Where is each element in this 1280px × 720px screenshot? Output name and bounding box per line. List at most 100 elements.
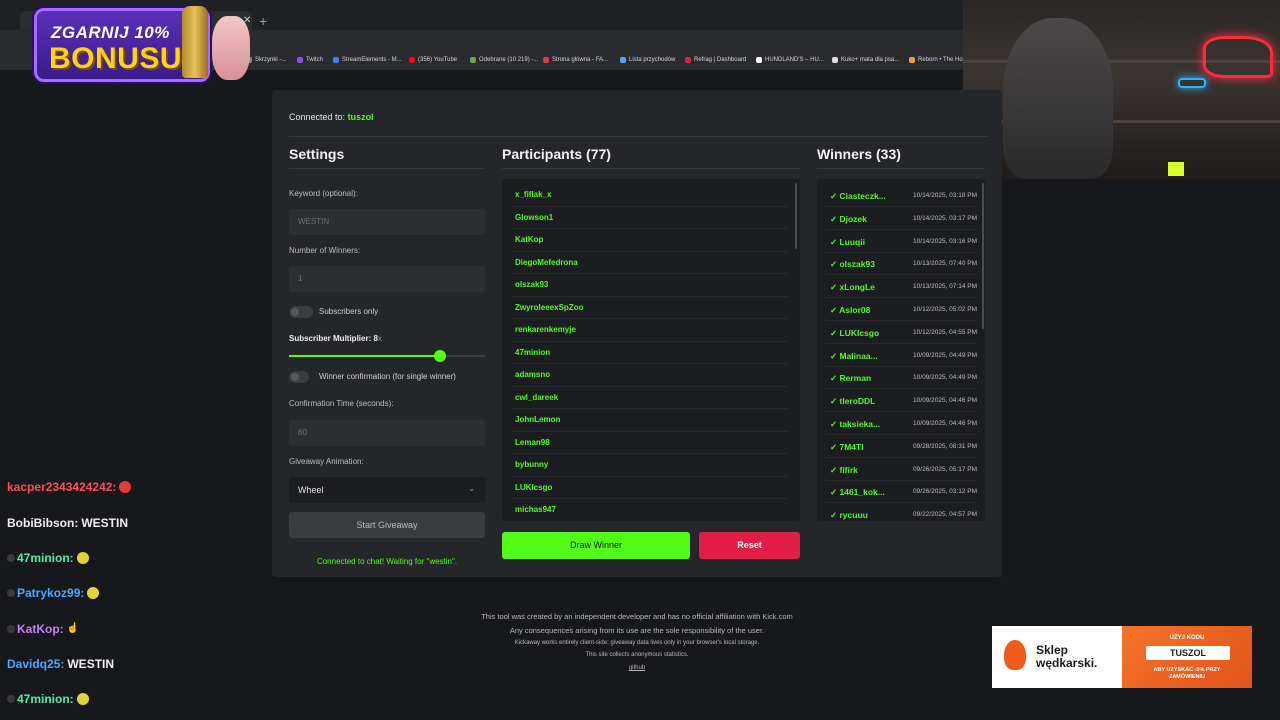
bookmark-item[interactable]: Refrag | Dashboard xyxy=(685,57,746,63)
bookmark-item[interactable]: Skrzynki -... xyxy=(246,57,286,63)
participant-row: olszak93 xyxy=(512,274,788,297)
winner-row: ✓ olszak93 10/13/2025, 07:40 PM xyxy=(825,252,977,276)
bookmark-item[interactable]: Strona główna - FA... xyxy=(543,57,608,63)
ad-subtext: ABY UZYSKAĆ -5% PRZY ZAMÓWIENIU xyxy=(1153,667,1221,680)
webcam-feed xyxy=(963,0,1280,179)
chevron-down-icon: ⌄ xyxy=(468,484,475,493)
participant-row: LUKIcsgo xyxy=(512,477,788,499)
participants-list[interactable]: x_fiflak_x Glowson1 KatKop DiegoMefedrona ol… xyxy=(502,179,800,521)
settings-title: Settings xyxy=(289,146,345,162)
winner-row: ✓ 1461_kok... 09/26/2025, 03:12 PM xyxy=(825,480,977,504)
participant-row: JohnLemon xyxy=(512,409,788,432)
fish-logo-icon xyxy=(1004,640,1026,670)
winner-row: ✓ Ciasteczk... 10/14/2025, 03:18 PM xyxy=(825,184,977,207)
bookmark-favicon-icon xyxy=(620,57,626,63)
keyword-input[interactable]: WESTIN xyxy=(289,209,485,235)
participant-row: bybunny xyxy=(512,454,788,477)
footer-disclaimer: This tool was created by an independent … xyxy=(481,612,793,621)
winners-count-label: Number of Winners: xyxy=(289,246,361,255)
winner-date: 09/26/2025, 05:17 PM xyxy=(913,465,977,473)
winner-date: 09/22/2025, 04:57 PM xyxy=(913,511,977,519)
participants-scrollbar[interactable] xyxy=(795,183,797,249)
winner-row: ✓ Luuqii 10/14/2025, 03:16 PM xyxy=(825,230,977,253)
chat-username: KatKop: xyxy=(17,622,64,636)
bookmark-item[interactable]: Twitch xyxy=(297,57,323,63)
chat-username: 47minion: xyxy=(17,692,74,706)
bottle-image xyxy=(182,6,208,78)
chat-status: Connected to chat! Waiting for "westin". xyxy=(316,557,458,566)
chat-text: WESTIN xyxy=(81,516,128,530)
bookmark-item[interactable]: Odebrane (10 219) -... xyxy=(470,57,538,63)
winner-name: ✓ LUKIcsgo xyxy=(830,327,880,338)
winner-row: ✓ Djozek 10/14/2025, 03:17 PM xyxy=(825,207,977,230)
ad-brand: Sklep wędkarski. xyxy=(1036,643,1098,670)
winner-name: ✓ Malinaa... xyxy=(830,350,878,361)
bookmark-item[interactable]: StreamElements - M... xyxy=(333,57,402,63)
chat-message: Davidq25: WESTIN xyxy=(7,657,114,671)
multiplier-slider-thumb[interactable] xyxy=(433,350,446,362)
winner-confirmation-toggle[interactable] xyxy=(289,371,309,383)
bookmark-item[interactable]: HUNDLAND'S – HU... xyxy=(756,57,824,63)
winner-row: ✓ rycuuu 09/22/2025, 04:57 PM xyxy=(825,503,977,521)
chat-message: Patrykoz99: xyxy=(7,586,100,600)
reset-button[interactable]: Reset xyxy=(699,532,800,559)
bookmark-label: StreamElements - M... xyxy=(342,57,402,63)
chat-badge-icon xyxy=(7,625,15,633)
bookmark-label: Strona główna - FA... xyxy=(552,57,609,63)
animation-select[interactable]: Wheel ⌄ xyxy=(289,477,485,503)
start-giveaway-button[interactable]: Start Giveaway xyxy=(289,512,485,538)
mascot-image xyxy=(212,16,250,80)
streamer xyxy=(1003,18,1113,179)
confirmation-time-input[interactable]: 60 xyxy=(289,420,485,446)
ad-code: TUSZOL xyxy=(1146,646,1230,660)
bookmark-item[interactable]: (356) YouTube xyxy=(409,57,457,63)
bookmark-favicon-icon xyxy=(685,57,691,63)
winner-row: ✓ tleroDDL 10/09/2025, 04:46 PM xyxy=(825,389,977,413)
new-tab-icon[interactable]: + xyxy=(259,13,267,29)
github-link[interactable]: github xyxy=(437,665,837,671)
chat-message: kacper2343424242: xyxy=(7,480,132,494)
bookmark-favicon-icon xyxy=(832,57,838,63)
participant-row: adamsno xyxy=(512,364,788,387)
winners-title: Winners (33) xyxy=(817,146,901,162)
chat-message: KatKop: ☝ xyxy=(7,622,79,636)
winner-name: ✓ tleroDDL xyxy=(830,396,876,407)
winner-date: 10/09/2025, 04:49 PM xyxy=(913,351,977,359)
winner-row: ✓ LUKIcsgo 10/12/2025, 04:55 PM xyxy=(825,321,977,344)
bookmark-favicon-icon xyxy=(297,57,303,63)
participant-row: Leman98 xyxy=(512,432,788,454)
winner-name: ✓ taksieka... xyxy=(830,419,881,429)
winners-list[interactable]: ✓ Ciasteczk... 10/14/2025, 03:18 PM ✓ Djoz… xyxy=(817,179,985,521)
winner-name: ✓ Djozek xyxy=(830,213,867,224)
winners-scrollbar[interactable] xyxy=(982,183,984,329)
bookmark-label: (356) YouTube xyxy=(418,57,458,63)
bookmark-item[interactable]: Reborn • The Ho... xyxy=(909,57,968,63)
chat-username: 47minion: xyxy=(17,551,74,565)
connection-status: Connected to: tuszol xyxy=(289,112,374,122)
bookmark-favicon-icon xyxy=(543,57,549,63)
winner-name: ✓ fifirk xyxy=(830,464,858,475)
winner-name: ✓ olszak93 xyxy=(830,259,875,270)
multiplier-label: Subscriber Multiplier: 8x xyxy=(289,334,382,343)
participant-row: ZwyrolееexSpZoo xyxy=(512,297,788,319)
winner-date: 10/13/2025, 07:40 PM xyxy=(913,260,977,268)
participant-row: cwl_dareek xyxy=(512,387,788,409)
confirmation-time-label: Confirmation Time (seconds): xyxy=(289,399,394,408)
bookmark-item[interactable]: Kuko+ mata dla psa... xyxy=(832,57,899,63)
winner-row: ✓ xLongLe 10/13/2025, 07:14 PM xyxy=(825,275,977,299)
subscribers-only-toggle[interactable] xyxy=(289,306,313,318)
winner-name: ✓ 1461_kok... xyxy=(830,487,885,498)
chat-badge-icon xyxy=(7,695,15,703)
chat-username: BobiBibson: xyxy=(7,516,79,530)
bookmark-label: Refrag | Dashboard xyxy=(694,57,747,63)
winner-date: 10/14/2025, 03:17 PM xyxy=(913,214,977,222)
draw-winner-button[interactable]: Draw Winner xyxy=(502,532,690,559)
winners-count-input[interactable]: 1 xyxy=(289,266,485,292)
winner-date: 10/09/2025, 04:49 PM xyxy=(913,374,977,382)
bookmark-item[interactable]: Lista przychodów xyxy=(620,57,675,63)
divider xyxy=(817,168,985,169)
bookmark-label: Lista przychodów xyxy=(629,57,676,63)
bookmark-label: HUNDLAND'S – HU... xyxy=(765,57,824,63)
chat-message: BobiBibson: WESTIN xyxy=(7,516,128,530)
winner-name: ✓ xLongLe xyxy=(830,282,875,293)
